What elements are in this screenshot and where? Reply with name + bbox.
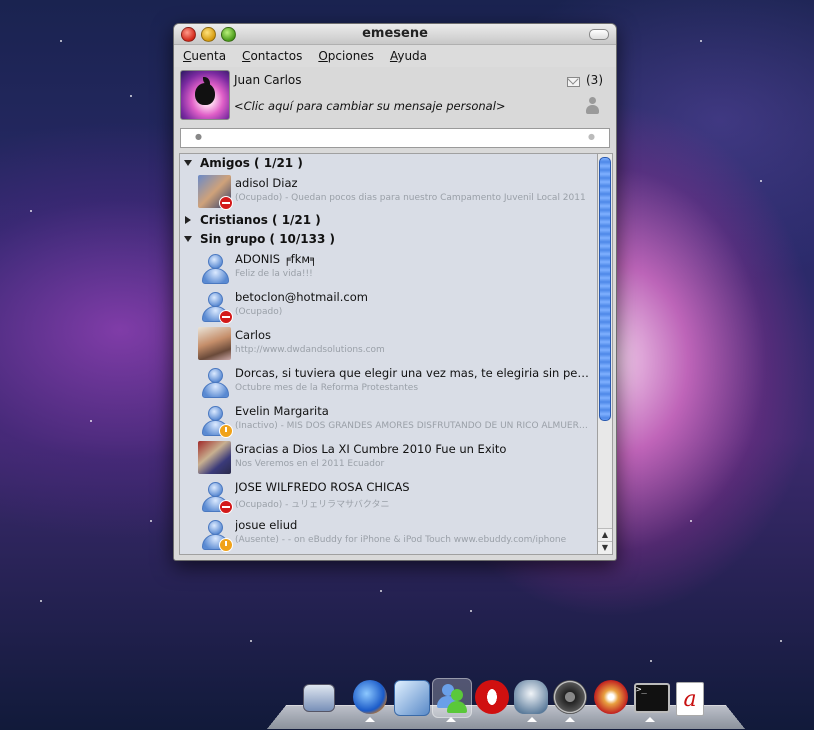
contact-row[interactable]: adisol Diaz (Ocupado) - Quedan pocos dia… <box>180 173 597 211</box>
profile-panel: Juan Carlos <Clic aquí para cambiar su m… <box>174 67 616 123</box>
elephant-icon[interactable] <box>514 680 548 714</box>
default-user-icon <box>200 253 230 285</box>
running-indicator <box>645 717 655 722</box>
network-icon[interactable] <box>303 684 335 712</box>
contact-row[interactable]: josue eliud (Ausente) - - on eBuddy for … <box>180 515 597 553</box>
pdf-reader-icon[interactable]: a <box>676 682 704 716</box>
contact-picture <box>198 251 231 284</box>
clear-search-icon[interactable]: ● <box>588 132 595 141</box>
running-indicator <box>565 717 575 722</box>
contact-message: (Inactivo) - MIS DOS GRANDES AMORES DISF… <box>235 421 590 431</box>
burner-icon[interactable] <box>594 680 628 714</box>
scroll-down-button[interactable]: ▼ <box>598 541 612 554</box>
user-nick[interactable]: Juan Carlos <box>234 73 302 87</box>
contact-row[interactable]: Gracias a Dios La XI Cumbre 2010 Fue un … <box>180 439 597 477</box>
running-indicator <box>365 717 375 722</box>
expander-right-icon[interactable] <box>185 216 191 224</box>
title-bar[interactable]: emesene <box>174 24 616 45</box>
contact-row[interactable]: betoclon@hotmail.com (Ocupado) <box>180 287 597 325</box>
away-status-icon <box>219 538 233 552</box>
contact-message: Feliz de la vida!!! <box>235 269 313 279</box>
contact-name: Evelin Margarita <box>235 404 329 418</box>
running-indicator <box>446 717 456 722</box>
contact-row[interactable]: ADONIS ╒fkм╕ Feliz de la vida!!! <box>180 249 597 287</box>
opera-icon[interactable] <box>475 680 509 714</box>
contact-row[interactable]: Dorcas, si tuviera que elegir una vez ma… <box>180 363 597 401</box>
emesene-icon[interactable] <box>432 678 472 718</box>
contact-name: Carlos <box>235 328 272 342</box>
cube-icon[interactable] <box>394 680 430 716</box>
contact-picture <box>198 441 231 474</box>
browser-icon[interactable] <box>353 680 387 714</box>
contact-name: JOSE WILFREDO ROSA CHICAS <box>235 480 410 494</box>
scrollbar-thumb[interactable] <box>599 157 611 421</box>
contact-row[interactable]: Evelin Margarita (Inactivo) - MIS DOS GR… <box>180 401 597 439</box>
apple-logo-icon <box>195 83 215 105</box>
contact-list-scrollbar[interactable]: ▲ ▼ <box>597 153 613 555</box>
group-amigos[interactable]: Amigos ( 1/21 ) <box>180 154 597 173</box>
contact-row[interactable]: Carlos http://www.dwdandsolutions.com <box>180 325 597 363</box>
personal-message[interactable]: <Clic aquí para cambiar su mensaje perso… <box>234 99 506 113</box>
toolbar-toggle-button[interactable] <box>589 29 609 40</box>
contact-name: josue eliud <box>235 518 298 532</box>
contact-picture <box>198 403 233 438</box>
contact-picture <box>198 327 231 360</box>
running-indicator <box>527 717 537 722</box>
menu-cuenta[interactable]: Cuenta <box>183 49 226 63</box>
menu-bar: Cuenta Contactos Opciones Ayuda <box>174 45 616 67</box>
idle-status-icon <box>219 424 233 438</box>
scroll-up-button[interactable]: ▲ <box>598 528 612 541</box>
search-input[interactable]: ● ● <box>180 128 610 148</box>
contact-message: http://www.dwdandsolutions.com <box>235 345 385 355</box>
contact-name: Dorcas, si tuviera que elegir una vez ma… <box>235 366 590 380</box>
user-status-icon[interactable] <box>585 97 599 115</box>
disk-utility-icon[interactable] <box>553 680 587 714</box>
contact-picture <box>198 517 233 552</box>
emesene-window: emesene Cuenta Contactos Opciones Ayuda … <box>173 23 617 561</box>
contact-picture <box>198 289 233 324</box>
contact-message: Octubre mes de la Reforma Protestantes <box>235 383 419 393</box>
menu-contactos[interactable]: Contactos <box>242 49 302 63</box>
contact-name: betoclon@hotmail.com <box>235 290 368 304</box>
search-icon: ● <box>195 132 202 141</box>
contact-message: (Ocupado) - Quedan pocos dias para nuest… <box>235 193 586 203</box>
group-sin-grupo[interactable]: Sin grupo ( 10/133 ) <box>180 230 597 249</box>
contact-name: adisol Diaz <box>235 176 298 190</box>
mail-count[interactable]: (3) <box>586 73 603 87</box>
group-cristianos[interactable]: Cristianos ( 1/21 ) <box>180 211 597 230</box>
expander-down-icon[interactable] <box>184 236 192 242</box>
contact-name: Gracias a Dios La XI Cumbre 2010 Fue un … <box>235 442 507 456</box>
expander-down-icon[interactable] <box>184 160 192 166</box>
contact-message: (Ocupado) - ュリェリラマサバクタニ <box>235 500 390 510</box>
contact-name: ADONIS ╒fkм╕ <box>235 252 317 266</box>
busy-status-icon <box>219 310 233 324</box>
contact-message: (Ocupado) <box>235 307 283 317</box>
contact-photo <box>198 441 231 474</box>
contact-photo <box>198 327 231 360</box>
terminal-icon[interactable]: >_ <box>634 683 670 713</box>
dock <box>267 705 745 729</box>
contact-message: Nos Veremos en el 2011 Ecuador <box>235 459 385 469</box>
menu-opciones[interactable]: Opciones <box>318 49 374 63</box>
contact-picture <box>198 365 231 398</box>
window-title: emesene <box>362 26 428 41</box>
user-avatar[interactable] <box>180 70 230 120</box>
mail-icon[interactable] <box>567 77 580 87</box>
contact-row[interactable]: JOSE WILFREDO ROSA CHICAS (Ocupado) - ュリ… <box>180 477 597 515</box>
busy-status-icon <box>219 196 233 210</box>
contact-picture <box>198 175 233 210</box>
contact-message: (Ausente) - - on eBuddy for iPhone & iPo… <box>235 535 567 545</box>
contact-list: Amigos ( 1/21 ) adisol Diaz (Ocupado) - … <box>179 153 598 555</box>
contact-picture <box>198 479 233 514</box>
default-user-icon <box>200 367 230 399</box>
busy-status-icon <box>219 500 233 514</box>
menu-ayuda[interactable]: Ayuda <box>390 49 427 63</box>
